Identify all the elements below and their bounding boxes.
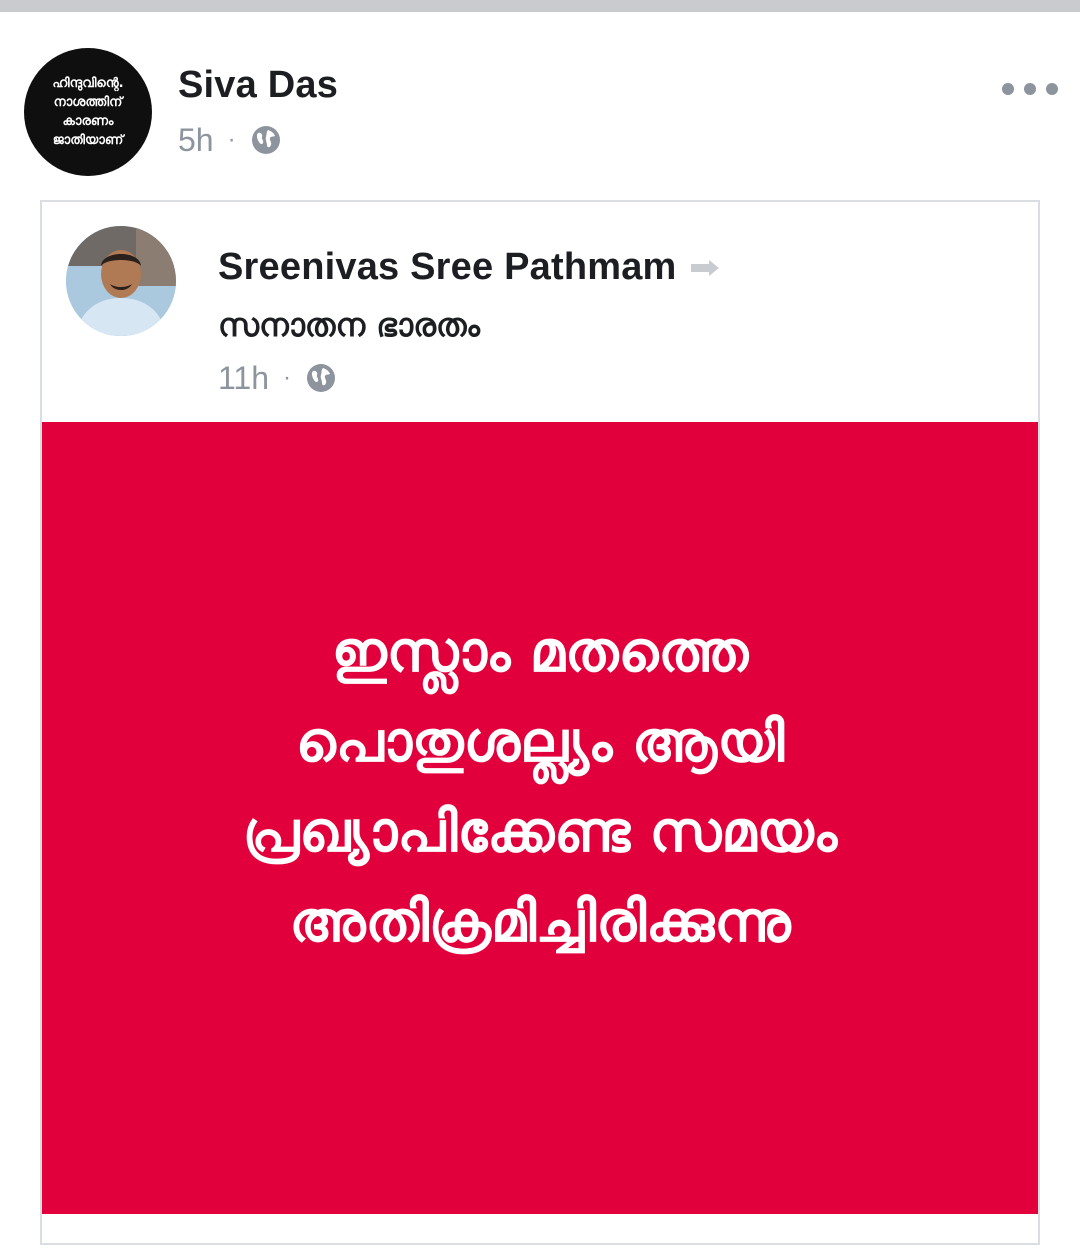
globe-icon bbox=[251, 126, 280, 154]
poster-avatar[interactable]: ഹിന്ദുവിന്റെ. നാശത്തിന് കാരണം ജാതിയാണ് bbox=[24, 48, 152, 176]
shared-name-row: Sreenivas Sree Pathmam bbox=[218, 246, 719, 289]
image-text-line: അതിക്രമിച്ചിരിക്കുന്നു bbox=[289, 890, 791, 955]
feed-post: ഹിന്ദുവിന്റെ. നാശത്തിന് കാരണം ജാതിയാണ് S… bbox=[0, 22, 1080, 1259]
meta-separator: · bbox=[283, 364, 292, 391]
top-divider bbox=[0, 0, 1080, 22]
avatar-text-line: ജാതിയാണ് bbox=[52, 133, 124, 148]
avatar-text-line: കാരണം bbox=[62, 114, 114, 129]
avatar-text-line: ഹിന്ദുവിന്റെ. bbox=[52, 76, 124, 91]
poster-name[interactable]: Siva Das bbox=[178, 64, 338, 107]
post-time[interactable]: 5h bbox=[178, 122, 214, 159]
shared-post-meta: 11h · bbox=[218, 358, 337, 398]
avatar-photo bbox=[66, 226, 176, 336]
image-text-line: ഇസ്ലാം മതത്തെ bbox=[331, 620, 749, 685]
image-text-line: പ്രഖ്യാപിക്കേണ്ട സമയം bbox=[242, 800, 838, 865]
card-footer-space bbox=[42, 1214, 1038, 1243]
more-horizontal-icon bbox=[1046, 83, 1058, 95]
shared-author-avatar[interactable] bbox=[66, 226, 176, 336]
post-meta: 5h · bbox=[178, 120, 282, 160]
more-options-button[interactable] bbox=[1002, 74, 1058, 104]
shared-post-card[interactable]: Sreenivas Sree Pathmam സനാതന ഭാരതം 11h ·… bbox=[40, 200, 1040, 1245]
image-caption-text: ഇസ്ലാം മതത്തെ പൊതുശല്ല്യം ആയി പ്രഖ്യാപിക… bbox=[243, 608, 837, 968]
shared-group-name[interactable]: സനാതന ഭാരതം bbox=[218, 306, 480, 345]
post-image[interactable]: ഇസ്ലാം മതത്തെ പൊതുശല്ല്യം ആയി പ്രഖ്യാപിക… bbox=[42, 422, 1038, 1214]
meta-separator: · bbox=[227, 126, 236, 153]
globe-icon bbox=[307, 364, 336, 392]
image-text-line: പൊതുശല്ല്യം ആയി bbox=[295, 710, 785, 775]
more-horizontal-icon bbox=[1002, 83, 1014, 95]
shared-post-time[interactable]: 11h bbox=[218, 360, 269, 397]
share-arrow-icon bbox=[690, 259, 719, 276]
more-horizontal-icon bbox=[1024, 83, 1036, 95]
shared-author-name[interactable]: Sreenivas Sree Pathmam bbox=[218, 246, 677, 289]
avatar-text-line: നാശത്തിന് bbox=[53, 95, 123, 110]
